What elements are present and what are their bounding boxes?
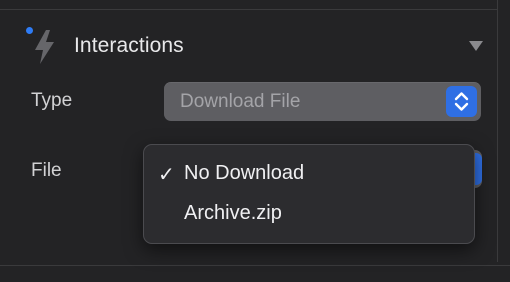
up-down-chevron-icon bbox=[454, 92, 469, 111]
right-divider bbox=[497, 0, 498, 262]
type-select[interactable]: Download File bbox=[164, 82, 481, 121]
menu-item-label: Archive.zip bbox=[184, 202, 282, 224]
section-title: Interactions bbox=[74, 34, 184, 57]
file-label: File bbox=[31, 160, 62, 181]
file-dropdown-menu: ✓ No Download Archive.zip bbox=[143, 144, 475, 244]
type-label: Type bbox=[31, 90, 73, 111]
menu-item-label: No Download bbox=[184, 162, 305, 184]
bottom-divider bbox=[0, 265, 510, 266]
type-select-value: Download File bbox=[180, 91, 301, 112]
menu-item-archive-zip[interactable]: Archive.zip bbox=[144, 196, 474, 234]
top-divider bbox=[0, 0, 497, 10]
collapse-triangle-icon[interactable] bbox=[468, 40, 484, 52]
type-select-stepper[interactable] bbox=[446, 86, 477, 117]
file-select-stepper[interactable] bbox=[474, 153, 482, 185]
interactions-panel: Interactions Type Download File File ✓ N… bbox=[0, 0, 510, 282]
lightning-bolt-icon bbox=[35, 30, 54, 64]
menu-item-no-download[interactable]: ✓ No Download bbox=[144, 156, 474, 194]
checkmark-icon: ✓ bbox=[158, 164, 175, 186]
